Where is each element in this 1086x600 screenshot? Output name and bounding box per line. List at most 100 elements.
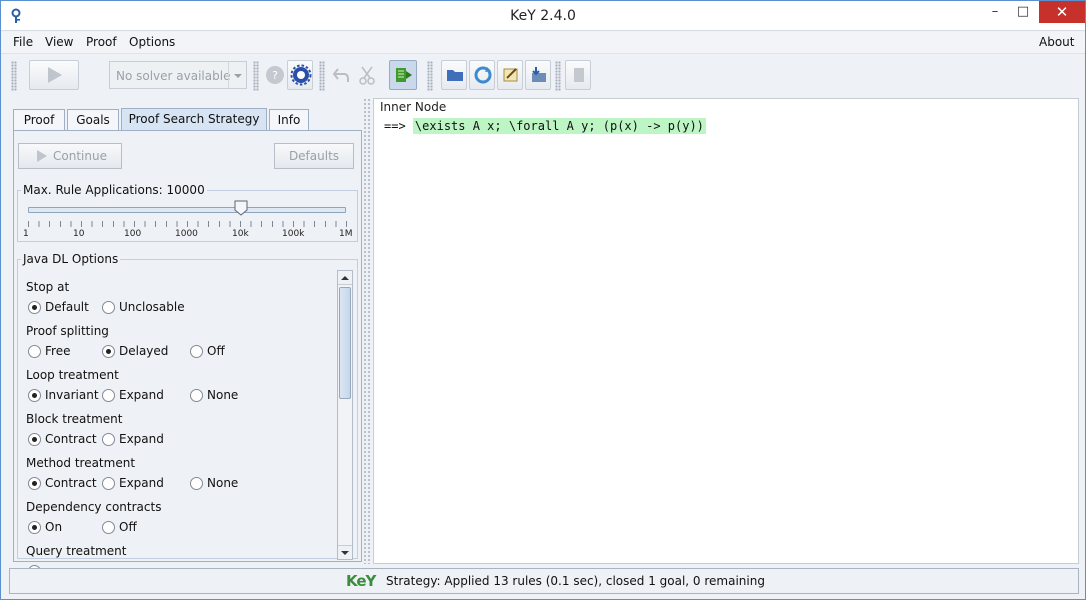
menu-file[interactable]: File: [13, 35, 33, 49]
loop-none-radio[interactable]: None: [190, 388, 238, 402]
method-none-radio[interactable]: None: [190, 476, 238, 490]
tab-strategy[interactable]: Proof Search Strategy: [121, 108, 267, 132]
tick-label: 100: [124, 229, 142, 239]
toolbar-grip[interactable]: [427, 61, 433, 91]
dependency-contracts-label: Dependency contracts: [26, 500, 162, 514]
window-title: KeY 2.4.0: [510, 8, 576, 24]
tick-label: 10k: [232, 229, 249, 239]
tick-label: 1M: [339, 229, 353, 239]
continue-button[interactable]: Continue: [18, 143, 122, 169]
max-rule-label: Max. Rule Applications: 10000: [21, 183, 207, 197]
maximize-button[interactable]: □: [1009, 1, 1037, 23]
options-list: Stop at Default Unclosable Proof splitti…: [20, 278, 328, 568]
reload-button[interactable]: [469, 60, 495, 90]
tick-label: 100k: [282, 229, 305, 239]
loop-expand-radio[interactable]: Expand: [102, 388, 164, 402]
block-contract-radio[interactable]: Contract: [28, 432, 97, 446]
method-treatment-label: Method treatment: [26, 456, 136, 470]
stop-at-label: Stop at: [26, 280, 70, 294]
scroll-down-arrow-icon[interactable]: [338, 545, 352, 559]
splitting-delayed-radio[interactable]: Delayed: [102, 344, 168, 358]
slider-thumb[interactable]: [234, 200, 248, 216]
save-icon: [532, 67, 546, 82]
tab-info[interactable]: Info: [269, 109, 309, 131]
loop-treatment-label: Loop treatment: [26, 368, 119, 382]
toolbar-grip[interactable]: [319, 61, 325, 91]
proof-splitting-label: Proof splitting: [26, 324, 109, 338]
undo-button[interactable]: [327, 60, 353, 90]
toolbar-grip[interactable]: [253, 61, 259, 91]
solver-select[interactable]: No solver available: [109, 61, 247, 89]
chevron-down-icon[interactable]: [228, 62, 246, 88]
save-button[interactable]: [525, 60, 551, 90]
tab-proof[interactable]: Proof: [13, 109, 65, 131]
max-rule-group: Max. Rule Applications: 10000 1 10 100 1…: [17, 183, 358, 242]
undo-icon: [332, 68, 349, 82]
slider-ticks: [28, 221, 348, 227]
title-bar: KeY 2.4.0 – □ ✕: [1, 1, 1085, 31]
stop-at-default-radio[interactable]: Default: [28, 300, 89, 314]
list-arrow-icon: [396, 68, 412, 82]
app-window: KeY 2.4.0 – □ ✕ File View Proof Options …: [0, 0, 1086, 600]
export-button[interactable]: [565, 60, 591, 90]
play-icon: [48, 67, 62, 83]
pane-splitter[interactable]: [363, 98, 371, 564]
status-text: Strategy: Applied 13 rules (0.1 sec), cl…: [386, 574, 765, 588]
max-rule-slider[interactable]: [28, 207, 346, 213]
menu-view[interactable]: View: [45, 35, 73, 49]
sequent: ==> \exists A x; \forall A y; (p(x) -> p…: [384, 118, 706, 134]
sequent-view: Inner Node ==> \exists A x; \forall A y;…: [373, 98, 1079, 564]
folder-icon: [447, 70, 463, 81]
sequent-formula[interactable]: \exists A x; \forall A y; (p(x) -> p(y)): [412, 118, 706, 134]
tick-label: 10: [73, 229, 85, 239]
status-bar: KeY Strategy: Applied 13 rules (0.1 sec)…: [9, 568, 1079, 594]
dependency-on-radio[interactable]: On: [28, 520, 62, 534]
sequent-arrow: ==>: [384, 119, 406, 133]
tick-label: 1000: [175, 229, 198, 239]
menu-proof[interactable]: Proof: [86, 35, 117, 49]
edit-button[interactable]: [497, 60, 523, 90]
stop-at-unclosable-radio[interactable]: Unclosable: [102, 300, 185, 314]
left-panel: Proof Goals Proof Search Strategy Info C…: [9, 98, 362, 568]
key-logo: KeY: [346, 572, 376, 590]
java-dl-label: Java DL Options: [21, 252, 121, 266]
minimize-button[interactable]: –: [981, 1, 1009, 23]
play-icon: [37, 150, 47, 162]
scroll-thumb[interactable]: [339, 287, 351, 399]
toolbar-grip[interactable]: [11, 61, 17, 91]
close-button[interactable]: ✕: [1039, 1, 1085, 23]
open-file-button[interactable]: [441, 60, 467, 90]
splitting-free-radio[interactable]: Free: [28, 344, 70, 358]
options-scrollbar[interactable]: [337, 270, 353, 560]
menu-about[interactable]: About: [1039, 35, 1074, 49]
settings-button[interactable]: [287, 60, 313, 90]
reload-icon: [474, 66, 492, 84]
inner-node-label: Inner Node: [380, 100, 447, 114]
splitting-off-radio[interactable]: Off: [190, 344, 225, 358]
prune-button[interactable]: [353, 60, 379, 90]
gear-icon: [290, 64, 312, 86]
tick-label: 1: [23, 229, 29, 239]
goal-back-button[interactable]: [389, 60, 417, 90]
start-proof-button[interactable]: [29, 60, 79, 90]
method-contract-radio[interactable]: Contract: [28, 476, 97, 490]
defaults-button[interactable]: Defaults: [274, 143, 354, 169]
strategy-panel: Continue Defaults Max. Rule Applications…: [13, 130, 362, 568]
method-expand-radio[interactable]: Expand: [102, 476, 164, 490]
loop-invariant-radio[interactable]: Invariant: [28, 388, 99, 402]
menu-bar: File View Proof Options About: [1, 32, 1085, 54]
solver-help-button[interactable]: ?: [261, 60, 287, 90]
block-treatment-label: Block treatment: [26, 412, 123, 426]
block-expand-radio[interactable]: Expand: [102, 432, 164, 446]
document-icon: [574, 68, 584, 82]
scroll-up-arrow-icon[interactable]: [338, 271, 352, 285]
help-icon: ?: [266, 66, 284, 84]
edit-icon: [503, 68, 518, 82]
scissors-icon: [359, 66, 375, 85]
toolbar-grip[interactable]: [555, 61, 561, 91]
svg-text:?: ?: [272, 69, 278, 82]
solver-label: No solver available: [116, 69, 231, 83]
tab-goals[interactable]: Goals: [67, 109, 119, 131]
dependency-off-radio[interactable]: Off: [102, 520, 137, 534]
menu-options[interactable]: Options: [129, 35, 175, 49]
